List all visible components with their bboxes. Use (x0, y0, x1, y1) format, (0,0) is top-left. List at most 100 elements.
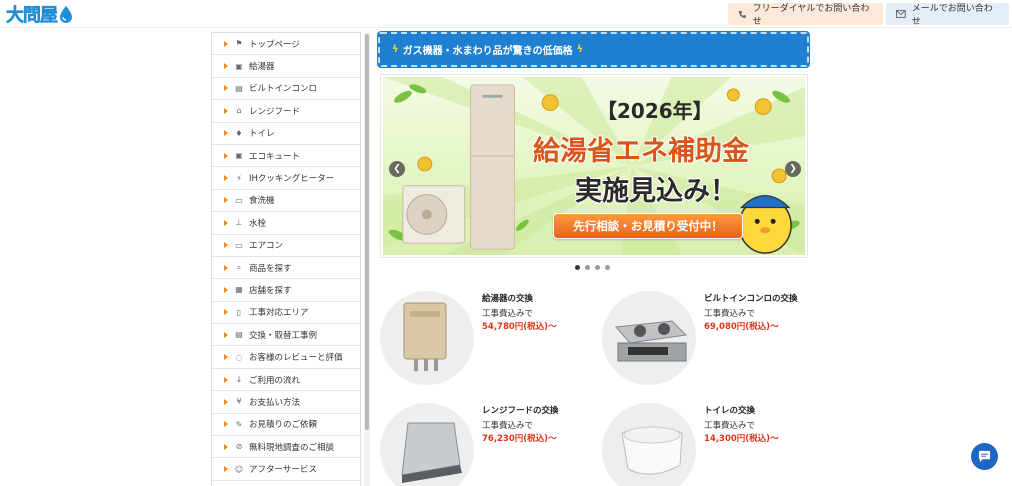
sidebar-item-label: 交換・取替工事例 (249, 330, 318, 341)
sidebar-item-label: 商品を探す (249, 263, 292, 274)
product-title[interactable]: ビルトインコンロの交換 (704, 292, 798, 304)
chevron-right-icon (224, 40, 228, 47)
chevron-right-icon (224, 331, 228, 338)
sidebar-item[interactable]: ⚡ IHクッキングヒーター (212, 167, 360, 190)
product-card-water-heater[interactable]: 給湯器の交換 工事費込みで 54,780円(税込)〜 (380, 291, 590, 385)
logo-text: 大問屋 (6, 5, 59, 27)
chevron-right-icon: ❯ (789, 164, 797, 174)
sidebar-item-label: 食洗機 (249, 196, 275, 207)
slider-dot[interactable] (605, 265, 610, 270)
chevron-left-icon: ❮ (393, 164, 401, 174)
product-price: 14,300円(税込)〜 (704, 434, 779, 444)
sidebar-item[interactable]: ▦ 店舗を探す (212, 279, 360, 302)
chevron-right-icon (224, 63, 228, 70)
chevron-right-icon (224, 354, 228, 361)
site-header: 大問屋 フリーダイヤルでお問い合わせ メールでお問い合わせ (0, 0, 1012, 28)
chevron-right-icon (224, 130, 228, 137)
hero-banner-slider[interactable]: 【2026年】 給湯省エネ補助金 実施見込み！ 先行相談・お見積り受付中！ ❮ … (380, 74, 808, 258)
sidebar-item[interactable]: ⌂ レンジフード (212, 100, 360, 123)
chevron-right-icon (224, 443, 228, 450)
sidebar-item-label: お客様のレビューと評価 (249, 353, 343, 364)
phone-contact-button[interactable]: フリーダイヤルでお問い合わせ (728, 3, 883, 27)
chat-icon (978, 450, 991, 463)
sidebar-item[interactable]: ◌ お客様のレビューと評価 (212, 346, 360, 369)
product-subtitle: 工事費込みで (704, 309, 756, 319)
range-hood-image[interactable] (380, 403, 474, 486)
sidebar-item-label: 水栓 (249, 218, 267, 229)
sidebar-item-label: エアコン (249, 241, 284, 252)
sidebar-item[interactable]: ⊥ 水栓 (212, 212, 360, 235)
scrollbar-thumb[interactable] (365, 34, 369, 430)
sidebar-item[interactable]: ⚑ トップページ (212, 33, 360, 56)
sidebar-item[interactable]: ▣ 給湯器 (212, 55, 360, 78)
eco-cute-icon: ▣ (235, 151, 243, 161)
sidebar-item-label: アフターサービス (249, 465, 317, 476)
product-title[interactable]: 給湯器の交換 (482, 292, 533, 304)
slider-prev-button[interactable]: ❮ (389, 161, 405, 177)
banner-subheadline: 実施見込み！ (574, 175, 738, 208)
product-card-stove[interactable]: ビルトインコンロの交換 工事費込みで 69,080円(税込)〜 (602, 291, 812, 385)
sidebar-item[interactable]: ¥ お支払い方法 (212, 391, 360, 414)
product-price: 76,230円(税込)〜 (482, 434, 557, 444)
sidebar-item-label: お見積りのご依頼 (249, 420, 318, 431)
chevron-right-icon (224, 398, 228, 405)
chevron-right-icon (224, 85, 228, 92)
sidebar-item[interactable]: ☺ アフターサービス (212, 458, 360, 481)
product-subtitle: 工事費込みで (482, 309, 534, 319)
sidebar-item[interactable]: ↓ ご利用の流れ (212, 369, 360, 392)
sidebar-item[interactable]: ▤ 交換・取替工事例 (212, 324, 360, 347)
faucet-icon: ⊥ (235, 218, 243, 228)
chevron-right-icon (224, 152, 228, 159)
site-logo[interactable]: 大問屋 (6, 2, 73, 26)
toilet-image[interactable] (602, 403, 696, 486)
sidebar-item[interactable]: ▤ ビルトインコンロ (212, 78, 360, 101)
ih-heater-icon: ⚡ (236, 173, 242, 183)
sidebar-item-label: 工事対応エリア (249, 308, 309, 319)
map-icon: ▯ (236, 307, 242, 317)
slider-next-button[interactable]: ❯ (785, 161, 801, 177)
sidebar-item[interactable]: ⌕ 商品を探す (212, 257, 360, 280)
stove-icon: ▤ (235, 83, 243, 93)
range-hood-icon: ⌂ (236, 106, 242, 116)
product-card-range-hood[interactable]: レンジフードの交換 工事費込みで 76,230円(税込)〜 (380, 403, 590, 486)
sidebar-item[interactable]: ▣ エコキュート (212, 145, 360, 168)
dishwasher-icon: ▭ (235, 195, 243, 205)
phone-icon (738, 10, 746, 18)
water-heater-image[interactable] (380, 291, 474, 385)
sidebar-item[interactable]: ⊘ 無料現地調査のご相談 (212, 436, 360, 459)
sidebar-item-label: レンジフード (249, 106, 301, 117)
sidebar-item-label: 店舗を探す (249, 285, 292, 296)
promo-notice-bar: ϟ ガス機器・水まわり品が驚きの低価格 ϟ (377, 31, 810, 68)
slider-pagination (575, 265, 610, 270)
sidebar-scrollbar[interactable] (364, 32, 370, 486)
stove-image[interactable] (602, 291, 696, 385)
sidebar-item[interactable]: ▭ エアコン (212, 235, 360, 257)
slider-dot[interactable] (595, 265, 600, 270)
promo-notice-text: ガス機器・水まわり品が驚きの低価格 (402, 46, 573, 57)
chevron-right-icon (224, 309, 228, 316)
store-icon: ▦ (235, 285, 243, 295)
sidebar-item[interactable]: ✎ お見積りのご依頼 (212, 414, 360, 437)
support-icon: ☺ (234, 464, 244, 474)
chevron-right-icon (224, 421, 228, 428)
mail-contact-button[interactable]: メールでお問い合わせ (886, 3, 1009, 27)
sidebar-item[interactable]: ▭ 食洗機 (212, 190, 360, 213)
sidebar-item-label: 給湯器 (249, 62, 275, 73)
sidebar-item[interactable]: ▯ 工事対応エリア (212, 302, 360, 325)
sidebar-item-label: ビルトインコンロ (249, 84, 318, 95)
sidebar-item[interactable]: ♦ トイレ (212, 123, 360, 145)
banner-slide[interactable]: 【2026年】 給湯省エネ補助金 実施見込み！ 先行相談・お見積り受付中！ ❮ … (383, 77, 805, 255)
banner-cta-button[interactable]: 先行相談・お見積り受付中！ (553, 213, 743, 239)
sidebar-item-label: お支払い方法 (249, 397, 301, 408)
slider-dot[interactable] (585, 265, 590, 270)
product-title[interactable]: レンジフードの交換 (482, 404, 559, 416)
banner-headline: 給湯省エネ補助金 (532, 135, 750, 168)
product-title[interactable]: トイレの交換 (704, 404, 755, 416)
flow-icon: ↓ (235, 375, 243, 385)
slider-dot[interactable] (575, 265, 580, 270)
chevron-right-icon (224, 466, 228, 473)
chat-support-button[interactable] (971, 443, 998, 470)
product-card-toilet[interactable]: トイレの交換 工事費込みで 14,300円(税込)〜 (602, 403, 812, 486)
chevron-right-icon (224, 264, 228, 271)
toilet-icon: ♦ (235, 128, 243, 138)
